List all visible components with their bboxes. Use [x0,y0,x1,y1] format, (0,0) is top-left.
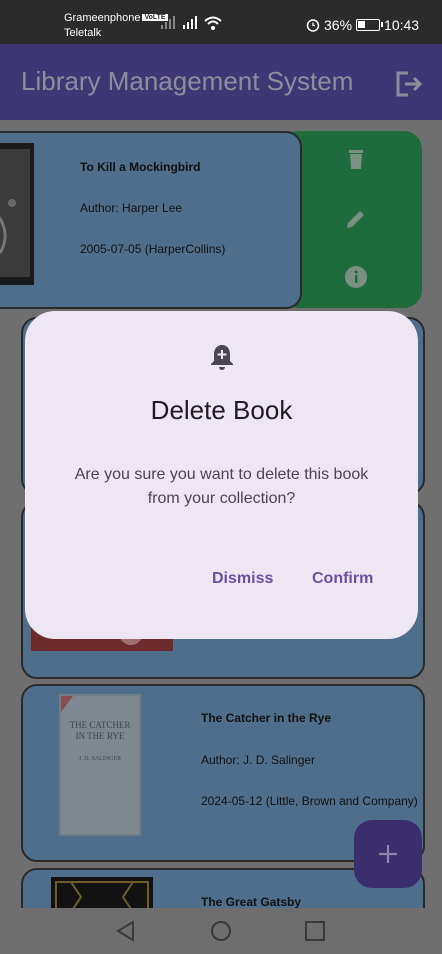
book-title: To Kill a Mockingbird [80,160,201,174]
app-bar: Library Management System [0,44,442,120]
book-title: The Catcher in the Rye [201,711,332,725]
dismiss-button[interactable]: Dismiss [212,570,273,588]
alarm-icon [306,19,320,32]
back-icon[interactable] [115,920,137,942]
edit-icon[interactable] [344,207,368,231]
notification-add-icon [211,345,233,370]
book-author: Author: Harper Lee [80,201,183,215]
battery-percent: 36% [324,17,353,33]
system-nav-bar [0,908,442,954]
book-author: Author: J. D. Salinger [201,753,316,767]
recents-icon[interactable] [305,921,325,941]
logout-icon[interactable] [392,68,424,100]
status-bar: Grameenphone VoLTE Teletalk 36% 10:43 [0,0,442,44]
book-cover [59,694,141,836]
book-cover [0,143,34,285]
battery-icon [356,19,384,31]
page-title: Library Management System [21,66,354,96]
wifi-icon [204,16,222,30]
cover-title: THE CATCHER IN THE RYE [69,720,131,741]
book-published: 2024-05-12 (Little, Brown and Company) [201,794,418,808]
carrier-primary: Grameenphone VoLTE [64,12,168,24]
delete-icon[interactable] [344,147,368,171]
clock: 10:43 [384,17,420,33]
signal-icon [183,16,197,29]
signal-icon [161,16,175,29]
book-published: 2005-07-05 (HarperCollins) [80,242,226,256]
cover-author: J. D. SALINGER [78,756,122,762]
add-icon [379,845,397,863]
dialog-title: Delete Book [150,395,293,425]
dialog-message: Are you sure you want to delete this boo… [74,466,369,507]
info-icon[interactable] [344,265,368,289]
confirm-button[interactable]: Confirm [312,570,373,588]
book-card[interactable]: To Kill a Mockingbird Author: Harper Lee… [0,131,302,309]
home-icon[interactable] [210,920,232,942]
carrier-secondary: Teletalk [64,27,102,39]
book-title: The Great Gatsby [201,895,302,909]
delete-dialog: Delete Book Are you sure you want to del… [25,311,418,639]
add-book-button[interactable] [354,820,422,888]
